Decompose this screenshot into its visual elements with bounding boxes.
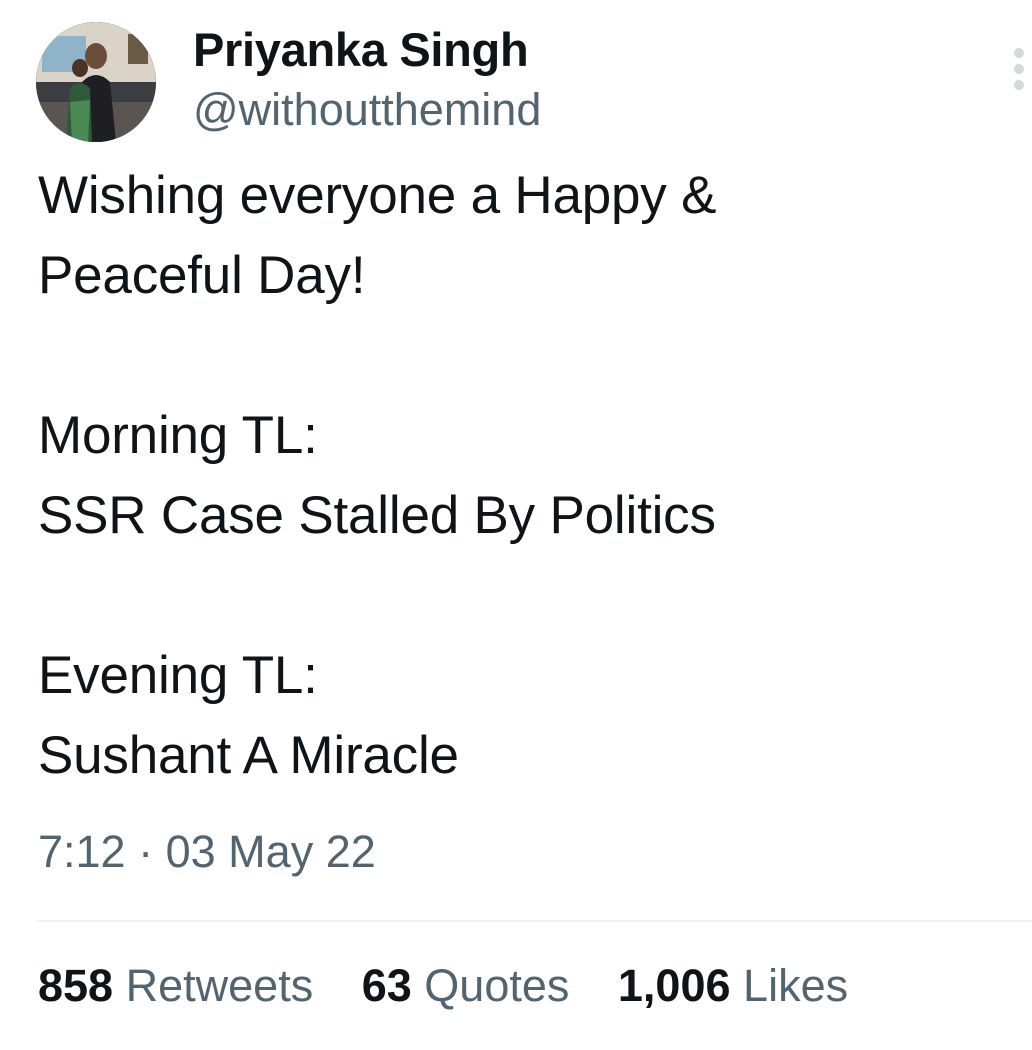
- tweet-line: Evening TL:: [38, 646, 318, 705]
- tweet-line: SSR Case Stalled By Politics: [38, 486, 716, 545]
- likes-stat[interactable]: 1,006 Likes: [618, 960, 848, 1012]
- author-handle[interactable]: @withoutthemind: [193, 84, 541, 136]
- author-display-name[interactable]: Priyanka Singh: [193, 22, 529, 77]
- quotes-count: 63: [361, 960, 412, 1011]
- likes-count: 1,006: [617, 960, 731, 1011]
- tweet-time: 7:12: [38, 826, 126, 877]
- tweet-timestamp[interactable]: 7:12 · 03 May 22: [38, 826, 376, 878]
- retweets-label: Retweets: [125, 960, 314, 1011]
- divider: [36, 920, 1032, 922]
- retweets-stat[interactable]: 858 Retweets: [38, 960, 313, 1012]
- profile-photo-icon: [36, 22, 156, 142]
- quotes-label: Quotes: [424, 960, 570, 1011]
- tweet-line: Sushant A Miracle: [38, 726, 459, 785]
- timestamp-separator: ·: [138, 826, 154, 877]
- tweet-line: Morning TL:: [38, 406, 318, 465]
- tweet-line: Wishing everyone a Happy &: [38, 166, 717, 225]
- avatar[interactable]: [36, 22, 156, 142]
- engagement-stats: 858 Retweets 63 Quotes 1,006 Likes: [38, 960, 884, 1012]
- tweet-line: Peaceful Day!: [38, 246, 366, 305]
- quotes-stat[interactable]: 63 Quotes: [362, 960, 570, 1012]
- tweet-date: 03 May 22: [165, 826, 376, 877]
- more-options-icon[interactable]: [1008, 48, 1032, 92]
- likes-label: Likes: [743, 960, 849, 1011]
- tweet-text: Wishing everyone a Happy & Peaceful Day!…: [38, 156, 998, 796]
- retweets-count: 858: [38, 960, 114, 1011]
